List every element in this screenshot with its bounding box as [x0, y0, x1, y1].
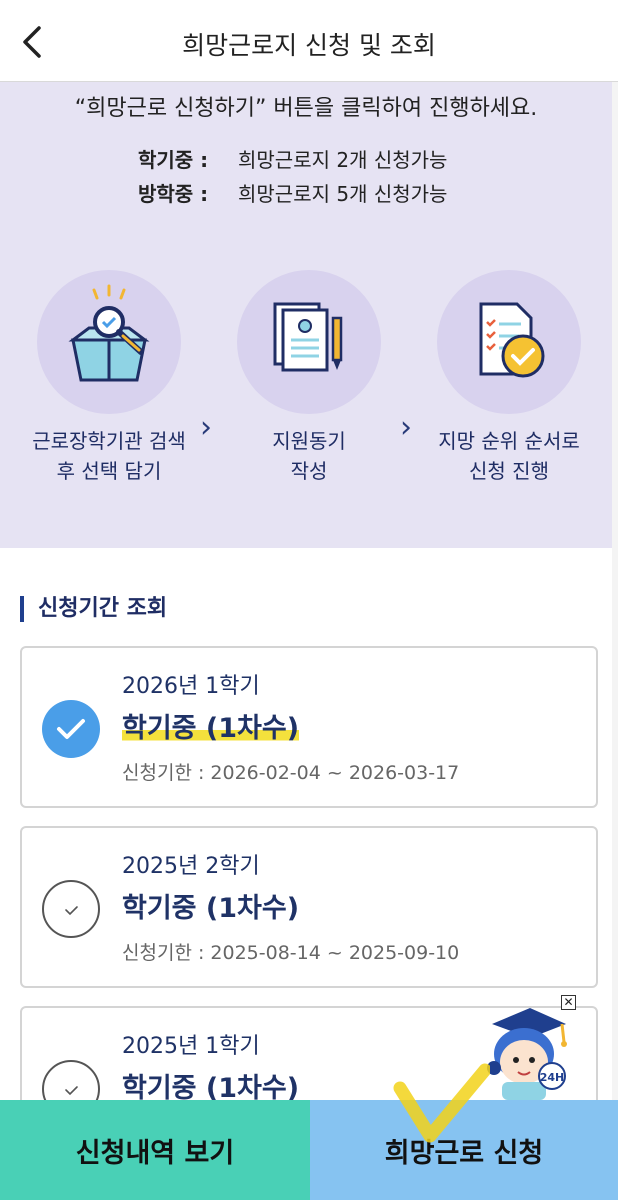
capacity-value: 희망근로지 2개 신청가능: [238, 148, 448, 172]
step-2-label: 지원동기 작성: [214, 426, 404, 486]
step-label-line: 신청 진행: [469, 459, 549, 483]
apply-button[interactable]: 희망근로 신청: [310, 1100, 618, 1200]
capacity-row-semester: 학기중 : 희망근로지 2개 신청가능: [0, 144, 612, 173]
step-3-circle: [437, 270, 581, 414]
deadline-label: 신청기한 : 2026-02-04 ~ 2026-03-17: [122, 762, 460, 784]
info-message: “희망근로 신청하기” 버튼을 클릭하여 진행하세요.: [74, 96, 538, 121]
semester-label: 2025년 2학기: [122, 854, 260, 879]
section-title: 신청기간 조회: [20, 596, 167, 622]
search-box-icon: [68, 284, 150, 382]
step-2-circle: [237, 270, 381, 414]
checklist-approved-icon: [479, 302, 545, 378]
app-header: 희망근로지 신청 및 조회: [0, 0, 618, 82]
deadline-label: 신청기한 : 2025-08-14 ~ 2025-09-10: [122, 942, 460, 964]
scrollbar[interactable]: [612, 82, 618, 1102]
step-label-line: 작성: [290, 459, 328, 483]
step-1-circle: [37, 270, 181, 414]
capacity-value: 희망근로지 5개 신청가능: [238, 182, 448, 206]
close-icon[interactable]: ✕: [561, 995, 576, 1010]
step-label-line: 지망 순위 순서로: [438, 429, 580, 453]
step-3-label: 지망 순위 순서로 신청 진행: [414, 426, 604, 486]
mascot-icon: 24H: [487, 1008, 567, 1100]
view-history-button[interactable]: 신청내역 보기: [0, 1100, 310, 1200]
period-card-2[interactable]: 2025년 2학기 학기중 (1차수) 신청기한 : 2025-08-14 ~ …: [20, 826, 598, 988]
capacity-row-vacation: 방학중 : 희망근로지 5개 신청가능: [0, 178, 612, 207]
capacity-label: 방학중 :: [138, 182, 209, 206]
step-label-line: 지원동기: [272, 429, 346, 453]
chatbot-mascot[interactable]: 24H: [474, 1002, 578, 1100]
document-pen-icon: [273, 302, 343, 372]
selected-check-icon[interactable]: [42, 700, 100, 758]
info-panel: “희망근로 신청하기” 버튼을 클릭하여 진행하세요. 학기중 : 희망근로지 …: [0, 82, 612, 548]
step-label-line: 근로장학기관 검색: [32, 429, 186, 453]
semester-label: 2025년 1학기: [122, 1034, 260, 1059]
unselected-check-icon[interactable]: [42, 880, 100, 938]
highlighted-phase-text: 학기중 (1차수): [122, 713, 300, 744]
phase-label: 학기중 (1차수): [122, 893, 300, 924]
phase-label: 학기중 (1차수): [122, 706, 300, 745]
step-1-label: 근로장학기관 검색 후 선택 담기: [14, 426, 204, 486]
period-card-1[interactable]: 2026년 1학기 학기중 (1차수) 신청기한 : 2026-02-04 ~ …: [20, 646, 598, 808]
mascot-badge: 24H: [540, 1071, 565, 1084]
step-label-line: 후 선택 담기: [56, 459, 162, 483]
page-title: 희망근로지 신청 및 조회: [182, 31, 436, 60]
semester-label: 2026년 1학기: [122, 674, 260, 699]
bottom-bar: 신청내역 보기 희망근로 신청: [0, 1100, 618, 1200]
capacity-label: 학기중 :: [138, 148, 209, 172]
